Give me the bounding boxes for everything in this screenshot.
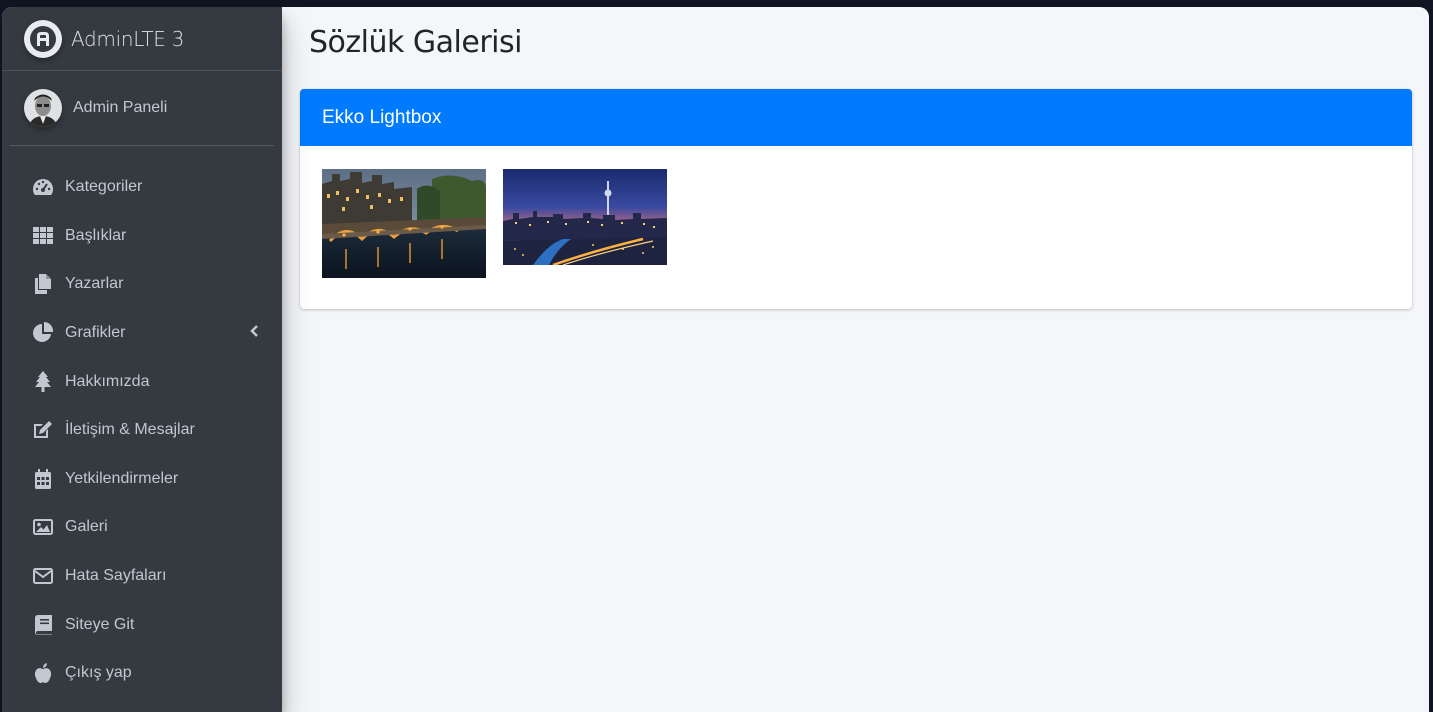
envelope-icon <box>32 565 54 587</box>
page-title: Sözlük Galerisi <box>309 25 522 60</box>
sidebar-item-label: Yetkilendirmeler <box>65 469 179 487</box>
user-name: Admin Paneli <box>73 99 168 116</box>
sidebar-item-grafikler[interactable]: Grafikler <box>2 309 282 358</box>
gallery-card: Ekko Lightbox <box>300 89 1412 309</box>
calendar-icon <box>32 468 54 490</box>
sidebar-item-label: Hata Sayfaları <box>65 567 167 585</box>
user-panel[interactable]: Admin Paneli <box>10 71 274 146</box>
pie-chart-icon <box>32 322 54 344</box>
brand-text: AdminLTE 3 <box>71 26 185 51</box>
edit-icon <box>32 419 54 441</box>
card-title: Ekko Lightbox <box>322 106 442 128</box>
chevron-left-icon[interactable] <box>250 324 258 342</box>
app-window: AdminLTE 3 Admin Paneli Kategoriler Başl… <box>2 7 1429 712</box>
sidebar-item-label: Yazarlar <box>65 275 124 293</box>
sidebar-item-label: Galeri <box>65 518 108 536</box>
sidebar-item-label: Grafikler <box>65 324 126 342</box>
sidebar-item-yazarlar[interactable]: Yazarlar <box>2 260 282 309</box>
sidebar-item-iletisim[interactable]: İletişim & Mesajlar <box>2 406 282 455</box>
sidebar-item-yetkilendirmeler[interactable]: Yetkilendirmeler <box>2 455 282 504</box>
sidebar-item-label: Siteye Git <box>65 615 135 633</box>
sidebar-item-galeri[interactable]: Galeri <box>2 503 282 552</box>
sidebar-item-hata-sayfalari[interactable]: Hata Sayfaları <box>2 552 282 601</box>
content-wrapper: Sözlük Galerisi Ekko Lightbox <box>282 7 1429 712</box>
gallery-thumbnail-city-skyline[interactable] <box>503 169 667 265</box>
sidebar-item-kategoriler[interactable]: Kategoriler <box>2 163 282 212</box>
user-avatar <box>24 89 62 127</box>
book-icon <box>32 614 54 636</box>
gallery-thumbnail-canal-bridge[interactable] <box>322 169 486 278</box>
sidebar-item-cikis-yap[interactable]: Çıkış yap <box>2 649 282 698</box>
brand-logo-icon <box>24 19 62 58</box>
sidebar-item-basliklar[interactable]: Başlıklar <box>2 212 282 261</box>
tree-icon <box>32 370 54 393</box>
card-header: Ekko Lightbox <box>300 89 1412 146</box>
sidebar-item-label: İletişim & Mesajlar <box>65 421 195 439</box>
sidebar-item-siteye-git[interactable]: Siteye Git <box>2 600 282 649</box>
copy-icon <box>32 273 54 295</box>
sidebar-item-label: Çıkış yap <box>65 664 132 682</box>
sidebar-item-label: Hakkımızda <box>65 372 150 390</box>
sidebar-item-label: Başlıklar <box>65 226 127 244</box>
brand-link[interactable]: AdminLTE 3 <box>2 7 282 71</box>
main-sidebar: AdminLTE 3 Admin Paneli Kategoriler Başl… <box>2 7 282 712</box>
sidebar-item-label: Kategoriler <box>65 178 143 196</box>
tachometer-icon <box>32 176 54 198</box>
image-icon <box>32 516 54 538</box>
sidebar-nav: Kategoriler Başlıklar Yazarlar Grafikler <box>2 163 282 698</box>
grid-icon <box>32 225 54 247</box>
apple-icon <box>32 662 54 684</box>
sidebar-item-hakkimizda[interactable]: Hakkımızda <box>2 357 282 406</box>
